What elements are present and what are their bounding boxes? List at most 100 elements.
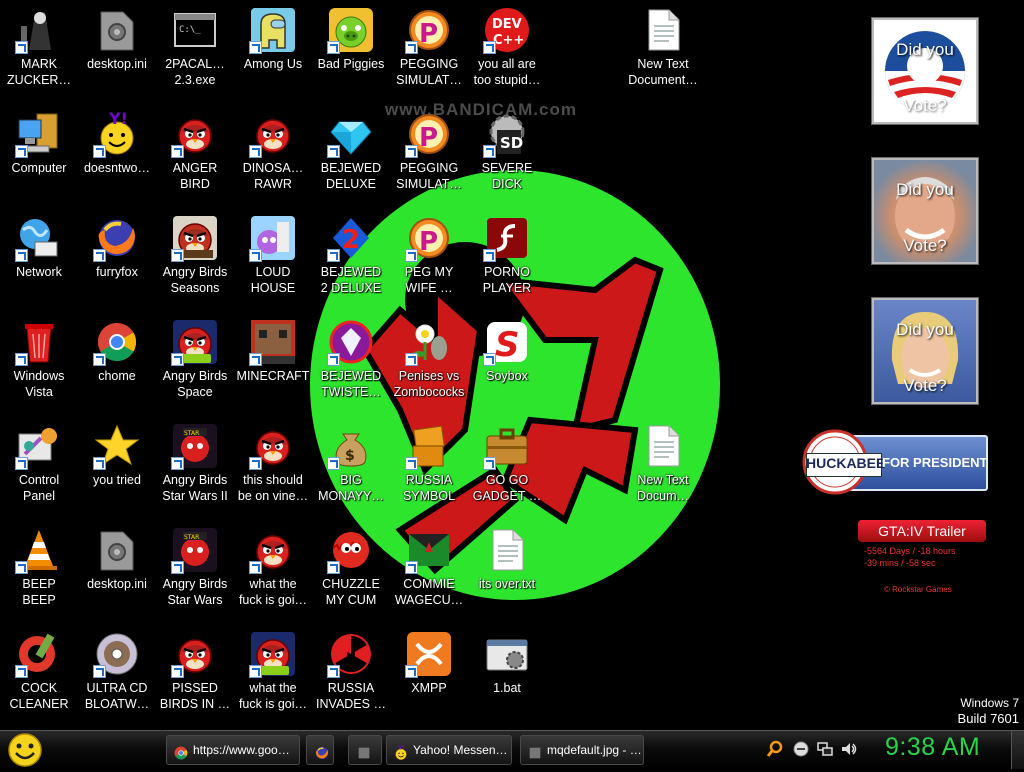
vote-question-bottom: Vote? — [903, 236, 947, 255]
desktop-icon[interactable]: BEEP BEEP — [0, 520, 78, 624]
desktop-icon[interactable]: P PEG MY WIFE … — [390, 208, 468, 312]
shortcut-arrow-icon — [249, 145, 262, 158]
vote-gadget-clinton[interactable]: Did you Vote? — [872, 298, 978, 404]
desktop[interactable]: www.BANDICAM.com MARK ZUCKER… Computer Net… — [0, 0, 1024, 730]
desktop-icon-label: BEEP BEEP — [22, 577, 56, 607]
desktop-icon-label: CHUZZLE MY CUM — [322, 577, 380, 607]
desktop-icon-label: COCK CLEANER — [9, 681, 69, 711]
svg-text:S: S — [495, 325, 520, 365]
shortcut-arrow-icon — [93, 353, 106, 366]
shortcut-arrow-icon — [171, 665, 184, 678]
desktop-icon[interactable]: Among Us — [234, 0, 312, 104]
bejeweled-twist-icon — [327, 318, 375, 366]
desktop-icon[interactable]: Control Panel — [0, 416, 78, 520]
desktop-icon[interactable]: desktop.ini — [78, 0, 156, 104]
shortcut-arrow-icon — [249, 665, 262, 678]
desktop-icon[interactable]: SD SEVERE DICK — [468, 104, 546, 208]
text-file-icon — [639, 6, 687, 54]
desktop-icon[interactable]: GO GO GADGET … — [468, 416, 546, 520]
minus-circle-icon[interactable] — [792, 740, 810, 758]
desktop-icon[interactable]: ULTRA CD BLOATW… — [78, 624, 156, 728]
desktop-icon[interactable]: CHUZZLE MY CUM — [312, 520, 390, 624]
desktop-icon-label: BEJEWED DELUXE — [320, 161, 382, 191]
desktop-icon[interactable]: STAR Angry Birds Star Wars — [156, 520, 234, 624]
desktop-icon[interactable]: 2 BEJEWED 2 DELUXE — [312, 208, 390, 312]
desktop-icon[interactable]: Windows Vista — [0, 312, 78, 416]
desktop-icon[interactable]: chome — [78, 312, 156, 416]
angry-bird-icon — [171, 630, 219, 678]
desktop-icon[interactable]: $ BIG MONAYY… — [312, 416, 390, 520]
desktop-icon[interactable]: New Text Docum… — [624, 416, 702, 520]
taskbar-clock[interactable]: 9:38 AM — [885, 733, 980, 762]
cd-disc-icon — [93, 630, 141, 678]
vlc-cone-icon — [15, 526, 63, 574]
desktop-icon[interactable]: Network — [0, 208, 78, 312]
desktop-icon[interactable]: Penises vs Zombococks — [390, 312, 468, 416]
desktop-icon[interactable]: furryfox — [78, 208, 156, 312]
desktop-icon[interactable]: you tried — [78, 416, 156, 520]
svg-text:Y!: Y! — [108, 110, 128, 128]
desktop-icon[interactable]: PORNO PLAYER — [468, 208, 546, 312]
show-desktop-button[interactable] — [1011, 731, 1024, 769]
desktop-icon[interactable]: RUSSIA INVADES … — [312, 624, 390, 728]
desktop-icon[interactable]: Angry Birds Seasons — [156, 208, 234, 312]
shortcut-arrow-icon — [483, 145, 496, 158]
shortcut-arrow-icon — [171, 353, 184, 366]
settings-file-icon — [93, 6, 141, 54]
desktop-icon[interactable]: Computer — [0, 104, 78, 208]
chrome-icon — [173, 743, 189, 760]
desktop-icon[interactable]: STAR Angry Birds Star Wars II — [156, 416, 234, 520]
search-icon[interactable] — [766, 740, 784, 758]
desktop-icon[interactable]: this should be on vine… — [234, 416, 312, 520]
desktop-icon[interactable]: MARK ZUCKER… — [0, 0, 78, 104]
desktop-icon[interactable]: ANGER BIRD — [156, 104, 234, 208]
taskbar-button[interactable]: mqdefault.jpg - … — [520, 735, 644, 765]
gta-countdown-gadget[interactable]: GTA:IV Trailer -5564 Days / -18 hours -3… — [856, 520, 996, 600]
shortcut-arrow-icon — [327, 41, 340, 54]
desktop-icon-label: desktop.ini — [87, 57, 147, 71]
taskbar-button[interactable] — [306, 735, 334, 765]
network-icon[interactable] — [816, 740, 834, 758]
angry-bird-icon — [171, 110, 219, 158]
desktop-icon-label: SEVERE DICK — [481, 161, 533, 191]
settings-file-icon — [93, 526, 141, 574]
taskbar-button[interactable] — [348, 735, 382, 765]
desktop-icon[interactable]: RUSSIA SYMBOL — [390, 416, 468, 520]
desktop-icon[interactable]: PISSED BIRDS IN … — [156, 624, 234, 728]
desktop-icon[interactable]: BEJEWED TWISTE… — [312, 312, 390, 416]
desktop-icon[interactable]: MINECRAFT — [234, 312, 312, 416]
desktop-icon[interactable]: LOUD HOUSE — [234, 208, 312, 312]
desktop-icon[interactable]: Angry Birds Space — [156, 312, 234, 416]
vote-question-top: Did you — [896, 180, 954, 199]
desktop-icon-label: BEJEWED 2 DELUXE — [320, 265, 382, 295]
desktop-icon[interactable]: 1.bat — [468, 624, 546, 728]
desktop-icon[interactable]: its over.txt — [468, 520, 546, 624]
vote-gadget-obama[interactable]: Did you Vote? — [872, 18, 978, 124]
desktop-icon-label: what the fuck is goi… — [238, 681, 308, 711]
vote-question-top: Did you — [896, 40, 954, 59]
desktop-icon[interactable]: Bad Piggies — [312, 0, 390, 104]
desktop-icon[interactable]: what the fuck is goi… — [234, 624, 312, 728]
desktop-icon[interactable]: S Soybox — [468, 312, 546, 416]
desktop-icon[interactable]: what the fuck is goi… — [234, 520, 312, 624]
desktop-icon[interactable]: desktop.ini — [78, 520, 156, 624]
shortcut-arrow-icon — [93, 249, 106, 262]
volume-icon[interactable] — [840, 740, 858, 758]
desktop-icon[interactable]: Y! doesntwo… — [78, 104, 156, 208]
desktop-icon[interactable]: C:\_ 2PACAL… 2.3.exe — [156, 0, 234, 104]
desktop-icon[interactable]: DEV C++ you all are too stupid… — [468, 0, 546, 104]
vote-gadget-mccain[interactable]: Did you Vote? — [872, 158, 978, 264]
desktop-icon[interactable]: XMPP — [390, 624, 468, 728]
svg-text:STAR: STAR — [184, 534, 199, 541]
desktop-icon[interactable]: DINOSA… RAWR — [234, 104, 312, 208]
desktop-icon[interactable]: COMMIE WAGECU… — [390, 520, 468, 624]
taskbar-button[interactable]: Y! Yahoo! Messen… — [386, 735, 512, 765]
desktop-icon[interactable]: BEJEWED DELUXE — [312, 104, 390, 208]
desktop-icon[interactable]: P PEGGING SIMULAT… — [390, 0, 468, 104]
desktop-icon[interactable]: COCK CLEANER — [0, 624, 78, 728]
start-button[interactable] — [6, 732, 44, 768]
taskbar-button[interactable]: https://www.goo… — [166, 735, 300, 765]
desktop-icon[interactable]: P PEGGING SIMULAT… — [390, 104, 468, 208]
huckabee-gadget[interactable]: HUCKABEE FOR PRESIDENT — [802, 429, 988, 495]
desktop-icon[interactable]: New Text Document… — [624, 0, 702, 104]
